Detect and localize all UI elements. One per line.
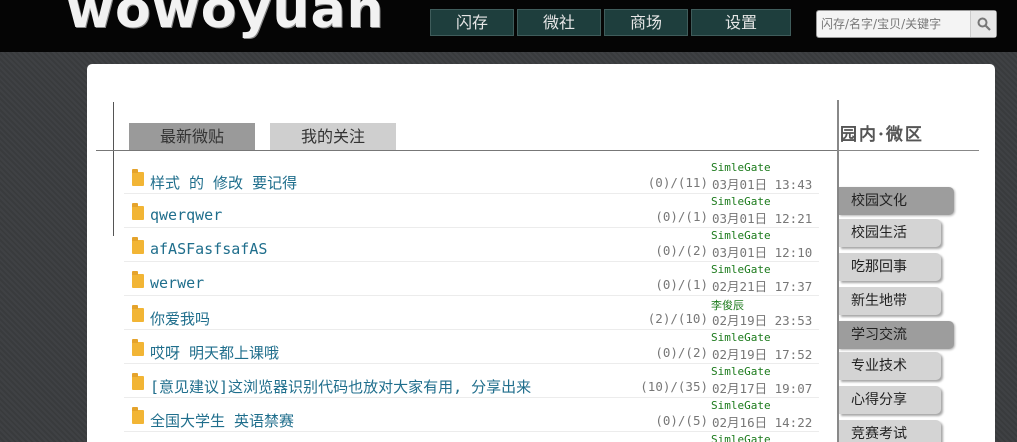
post-reply-count: (0)/(1) [655,277,708,292]
nav-item-flash[interactable]: 闪存 [430,9,514,36]
post-author[interactable]: SimleGate [711,331,771,344]
tab-my-follows[interactable]: 我的关注 [270,123,396,150]
post-row: [意见建议]这浏览器识别代码也放对大家有用, 分享出来 (10)/(35) Si… [124,364,819,398]
divider [113,102,114,236]
post-author[interactable]: SimleGate [711,263,771,276]
post-reply-count: (0)/(11) [647,175,708,190]
nav-item-micro-community[interactable]: 微社 [517,9,601,36]
folder-icon [132,373,144,390]
post-author[interactable]: SimleGate [711,195,771,208]
post-title[interactable]: qwerqwer [150,206,222,224]
sidebar-item-experience[interactable]: 心得分享 [839,386,941,414]
post-date: 02月19日 17:52 [712,347,813,362]
sidebar-item-campus-life[interactable]: 校园生活 [839,219,941,247]
post-row: 哎呀 明天都上课哦 (0)/(2) SimleGate 02月19日 17:52 [124,330,819,364]
nav-item-settings[interactable]: 设置 [691,9,791,36]
search-input[interactable] [817,11,970,37]
post-author[interactable]: SimleGate [711,433,771,442]
top-header: wowoyuan 闪存 微社 商场 设置 [0,0,1017,52]
search-button[interactable] [970,11,996,37]
sidebar-item-competition[interactable]: 竞赛考试 [839,420,941,442]
post-reply-count: (10)/(35) [640,379,708,394]
sidebar-group-campus-culture[interactable]: 校园文化 [839,187,954,215]
divider [839,150,979,151]
sidebar-item-freshman-zone[interactable]: 新生地带 [839,287,941,315]
post-reply-count: (0)/(1) [655,209,708,224]
post-row: qwerqwer (0)/(1) SimleGate 03月01日 12:21 [124,194,819,228]
folder-icon [132,169,144,186]
folder-icon [132,237,144,254]
post-reply-count: (0)/(5) [655,413,708,428]
post-row: werwer (0)/(1) SimleGate 02月21日 17:37 [124,262,819,296]
post-row: 样式 的 修改 要记得 (0)/(11) SimleGate 03月01日 13… [124,160,819,194]
post-author[interactable]: SimleGate [711,161,771,174]
post-title[interactable]: 样式 的 修改 要记得 [150,172,297,193]
post-title[interactable]: afASFasfsafAS [150,240,267,258]
post-date: 02月21日 17:37 [712,279,813,294]
post-row: 你爱我吗 (2)/(10) 李俊辰 02月19日 23:53 [124,296,819,330]
post-date: 02月16日 14:22 [712,415,813,430]
folder-icon [132,203,144,220]
post-date: 02月19日 23:53 [712,313,813,328]
post-title[interactable]: 哎呀 明天都上课哦 [150,342,279,363]
post-reply-count: (0)/(2) [655,345,708,360]
post-title[interactable]: werwer [150,274,204,292]
post-reply-count: (2)/(10) [647,311,708,326]
post-row: 全国大学生 英语禁赛 (0)/(5) SimleGate 02月16日 14:2… [124,398,819,432]
folder-icon [132,271,144,288]
post-author[interactable]: SimleGate [711,365,771,378]
post-reply-count: (0)/(2) [655,243,708,258]
folder-icon [132,339,144,356]
main-nav: 闪存 微社 商场 设置 [430,9,791,36]
post-title[interactable]: 全国大学生 英语禁赛 [150,410,294,431]
sidebar-item-food[interactable]: 吃那回事 [839,253,941,281]
tab-latest-posts[interactable]: 最新微贴 [129,123,255,150]
divider [96,150,837,151]
site-logo[interactable]: wowoyuan [66,0,385,40]
post-date: 02月17日 19:07 [712,381,813,396]
post-title[interactable]: [意见建议]这浏览器识别代码也放对大家有用, 分享出来 [150,376,531,397]
post-date: 03月01日 12:21 [712,211,813,226]
search-box [816,10,997,38]
post-author[interactable]: SimleGate [711,399,771,412]
folder-icon [132,407,144,424]
nav-item-market[interactable]: 商场 [604,9,688,36]
post-title[interactable]: 你爱我吗 [150,308,210,329]
sidebar-group-study[interactable]: 学习交流 [839,321,954,349]
post-row: afASFasfsafAS (0)/(2) SimleGate 03月01日 1… [124,228,819,262]
sidebar-title: 园内·微区 [840,125,924,145]
sidebar-item-tech[interactable]: 专业技术 [839,352,941,380]
post-row: SimleGate [124,432,819,442]
post-author[interactable]: SimleGate [711,229,771,242]
post-date: 03月01日 12:10 [712,245,813,260]
search-icon [977,17,991,31]
folder-icon [132,305,144,322]
post-date: 03月01日 13:43 [712,177,813,192]
